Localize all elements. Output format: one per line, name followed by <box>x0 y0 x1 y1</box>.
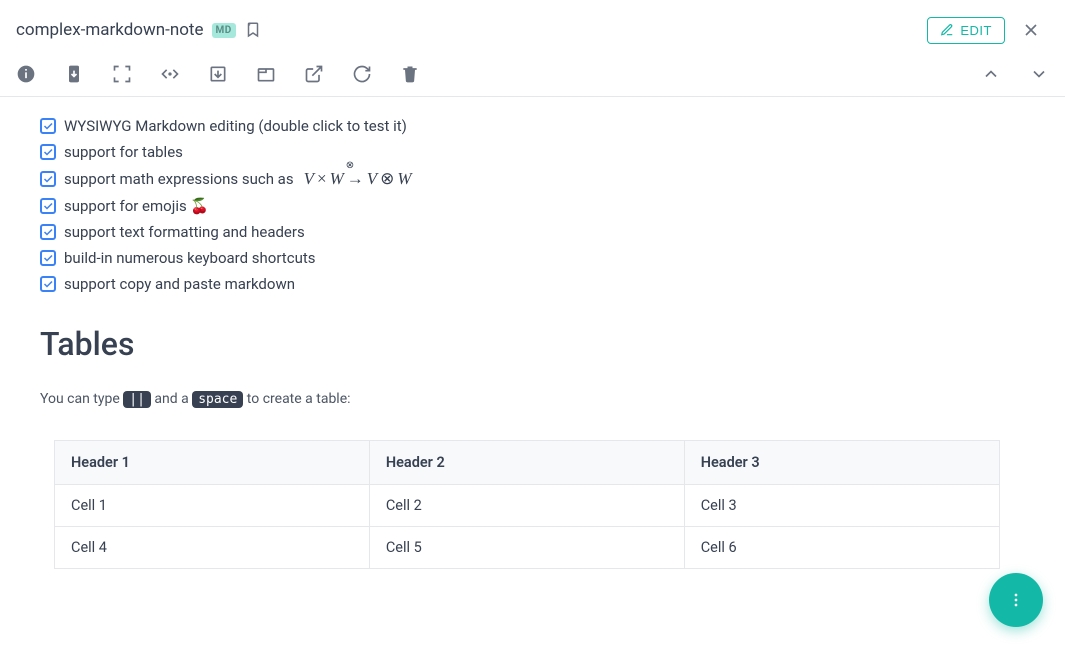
close-button[interactable] <box>1013 12 1049 48</box>
intro-text: You can type <box>40 391 123 407</box>
tables-intro: You can type || and a space to create a … <box>40 391 1025 408</box>
list-item: support math expressions such as V×W→⊗V⊗… <box>40 165 1025 193</box>
note-title: complex-markdown-note <box>16 20 204 40</box>
table-header-row: Header 1 Header 2 Header 3 <box>55 441 1000 485</box>
document-content: WYSIWYG Markdown editing (double click t… <box>0 97 1065 646</box>
list-item-label: support copy and paste markdown <box>64 275 295 293</box>
tab-icon[interactable] <box>256 64 276 84</box>
table-cell: Cell 3 <box>684 485 999 527</box>
table-header: Header 2 <box>369 441 684 485</box>
tables-heading: Tables <box>40 325 1025 363</box>
fab-more-button[interactable] <box>989 573 1043 627</box>
checkbox-checked-icon[interactable] <box>40 171 56 187</box>
intro-text: and a <box>151 391 192 407</box>
filetype-badge: MD <box>212 23 236 38</box>
bookmark-add-icon[interactable] <box>244 21 262 39</box>
list-item: support for emojis 🍒 <box>40 193 1025 219</box>
checkbox-checked-icon[interactable] <box>40 250 56 266</box>
toolbar <box>0 56 1065 97</box>
info-icon[interactable] <box>16 64 36 84</box>
kbd-pipes: || <box>123 391 151 408</box>
table-row: Cell 4 Cell 5 Cell 6 <box>55 527 1000 569</box>
table-cell: Cell 4 <box>55 527 370 569</box>
feature-checklist: WYSIWYG Markdown editing (double click t… <box>40 113 1025 297</box>
math-expression: V×W→⊗V⊗W <box>304 169 412 189</box>
checkbox-checked-icon[interactable] <box>40 118 56 134</box>
list-item: support for tables <box>40 139 1025 165</box>
list-item-label: WYSIWYG Markdown editing (double click t… <box>64 117 407 135</box>
clipboard-download-icon[interactable] <box>64 64 84 84</box>
checkbox-checked-icon[interactable] <box>40 144 56 160</box>
list-item-label: build-in numerous keyboard shortcuts <box>64 249 315 267</box>
table-row: Cell 1 Cell 2 Cell 3 <box>55 485 1000 527</box>
chevron-up-icon[interactable] <box>981 64 1001 84</box>
edit-button[interactable]: EDIT <box>927 17 1005 44</box>
import-icon[interactable] <box>208 64 228 84</box>
open-external-icon[interactable] <box>304 64 324 84</box>
list-item: WYSIWYG Markdown editing (double click t… <box>40 113 1025 139</box>
refresh-icon[interactable] <box>352 64 372 84</box>
table-cell: Cell 2 <box>369 485 684 527</box>
example-table: Header 1 Header 2 Header 3 Cell 1 Cell 2… <box>54 440 1000 569</box>
list-item-label: support text formatting and headers <box>64 223 305 241</box>
list-item: support text formatting and headers <box>40 219 1025 245</box>
checkbox-checked-icon[interactable] <box>40 224 56 240</box>
list-item-label: support math expressions such as <box>64 170 294 188</box>
title-bar: complex-markdown-note MD EDIT <box>0 0 1065 56</box>
trash-icon[interactable] <box>400 64 420 84</box>
table-cell: Cell 1 <box>55 485 370 527</box>
kbd-space: space <box>192 391 243 408</box>
edit-button-label: EDIT <box>960 23 992 38</box>
table-cell: Cell 6 <box>684 527 999 569</box>
checkbox-checked-icon[interactable] <box>40 276 56 292</box>
fullscreen-icon[interactable] <box>112 64 132 84</box>
chevron-down-icon[interactable] <box>1029 64 1049 84</box>
table-header: Header 3 <box>684 441 999 485</box>
table-header: Header 1 <box>55 441 370 485</box>
table-cell: Cell 5 <box>369 527 684 569</box>
intro-text: to create a table: <box>243 391 350 407</box>
list-item-label: support for emojis 🍒 <box>64 197 209 215</box>
checkbox-checked-icon[interactable] <box>40 198 56 214</box>
list-item: build-in numerous keyboard shortcuts <box>40 245 1025 271</box>
list-item: support copy and paste markdown <box>40 271 1025 297</box>
list-item-label: support for tables <box>64 143 183 161</box>
code-icon[interactable] <box>160 64 180 84</box>
